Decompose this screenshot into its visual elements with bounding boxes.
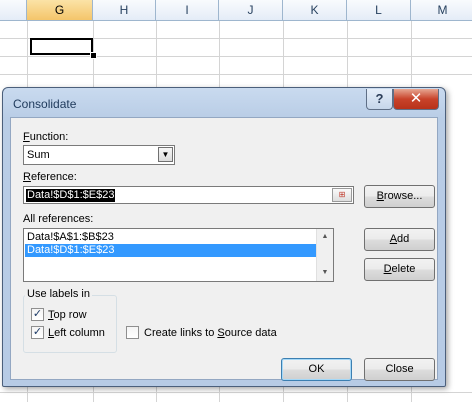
title-close-button[interactable]: ✕ [393, 89, 439, 110]
function-label: Function: [23, 131, 69, 143]
grid-line [0, 392, 472, 393]
left-column-checkbox[interactable]: ✓ [31, 326, 44, 339]
reference-value: Data!$D$1:$E$23 [26, 189, 116, 202]
all-references-list[interactable]: Data!$A$1:$B$23 Data!$D$1:$E$23 ▲ ▼ [23, 228, 334, 282]
column-header-g[interactable]: G [27, 0, 93, 20]
function-dropdown[interactable]: Sum ▼ [23, 145, 175, 165]
column-header-row: G H I J K L M [0, 0, 472, 21]
help-button[interactable]: ? [366, 89, 393, 110]
row-header-corner[interactable] [0, 0, 27, 20]
left-column-label[interactable]: Left column [48, 327, 105, 339]
column-header-h[interactable]: H [93, 0, 156, 20]
list-item[interactable]: Data!$A$1:$B$23 [25, 231, 317, 244]
active-cell[interactable] [30, 38, 93, 55]
close-icon: ✕ [409, 90, 423, 107]
browse-button[interactable]: Browse... [364, 185, 435, 208]
create-links-checkbox[interactable] [126, 326, 139, 339]
column-header-i[interactable]: I [156, 0, 219, 20]
grid-line [0, 56, 472, 57]
chevron-down-icon[interactable]: ▼ [158, 147, 173, 162]
scroll-down-icon[interactable]: ▼ [317, 265, 333, 280]
reference-label: Reference: [23, 171, 77, 183]
vertical-scrollbar[interactable]: ▲ ▼ [316, 229, 333, 281]
column-header-l[interactable]: L [347, 0, 411, 20]
checkmark-icon: ✓ [32, 326, 43, 338]
create-links-label[interactable]: Create links to Source data [144, 327, 277, 339]
list-item-selected[interactable]: Data!$D$1:$E$23 [25, 244, 317, 257]
all-references-label: All references: [23, 213, 94, 225]
close-button[interactable]: Close [364, 358, 435, 381]
fill-handle[interactable] [90, 52, 97, 59]
delete-button[interactable]: Delete [364, 258, 435, 281]
scroll-up-icon[interactable]: ▲ [317, 229, 333, 244]
use-labels-group [23, 295, 117, 353]
column-header-j[interactable]: J [219, 0, 283, 20]
dialog-body: Function: Sum ▼ Reference: Data!$D$1:$E$… [10, 117, 438, 381]
top-row-label[interactable]: Top row [48, 309, 87, 321]
column-header-m[interactable]: M [411, 0, 472, 20]
collapse-dialog-icon[interactable]: ⊞ [332, 188, 352, 202]
top-row-checkbox[interactable]: ✓ [31, 308, 44, 321]
consolidate-dialog: Consolidate ? ✕ Function: Sum ▼ Referenc… [2, 87, 446, 387]
help-icon: ? [375, 91, 384, 106]
reference-input[interactable]: Data!$D$1:$E$23 ⊞ [23, 186, 354, 204]
checkmark-icon: ✓ [32, 308, 43, 320]
ok-button[interactable]: OK [281, 358, 352, 381]
add-button[interactable]: Add [364, 228, 435, 251]
use-labels-legend: Use labels in [25, 288, 92, 300]
function-value: Sum [27, 149, 50, 161]
column-header-k[interactable]: K [283, 0, 347, 20]
dialog-title: Consolidate [13, 97, 77, 111]
grid-line [0, 74, 472, 75]
